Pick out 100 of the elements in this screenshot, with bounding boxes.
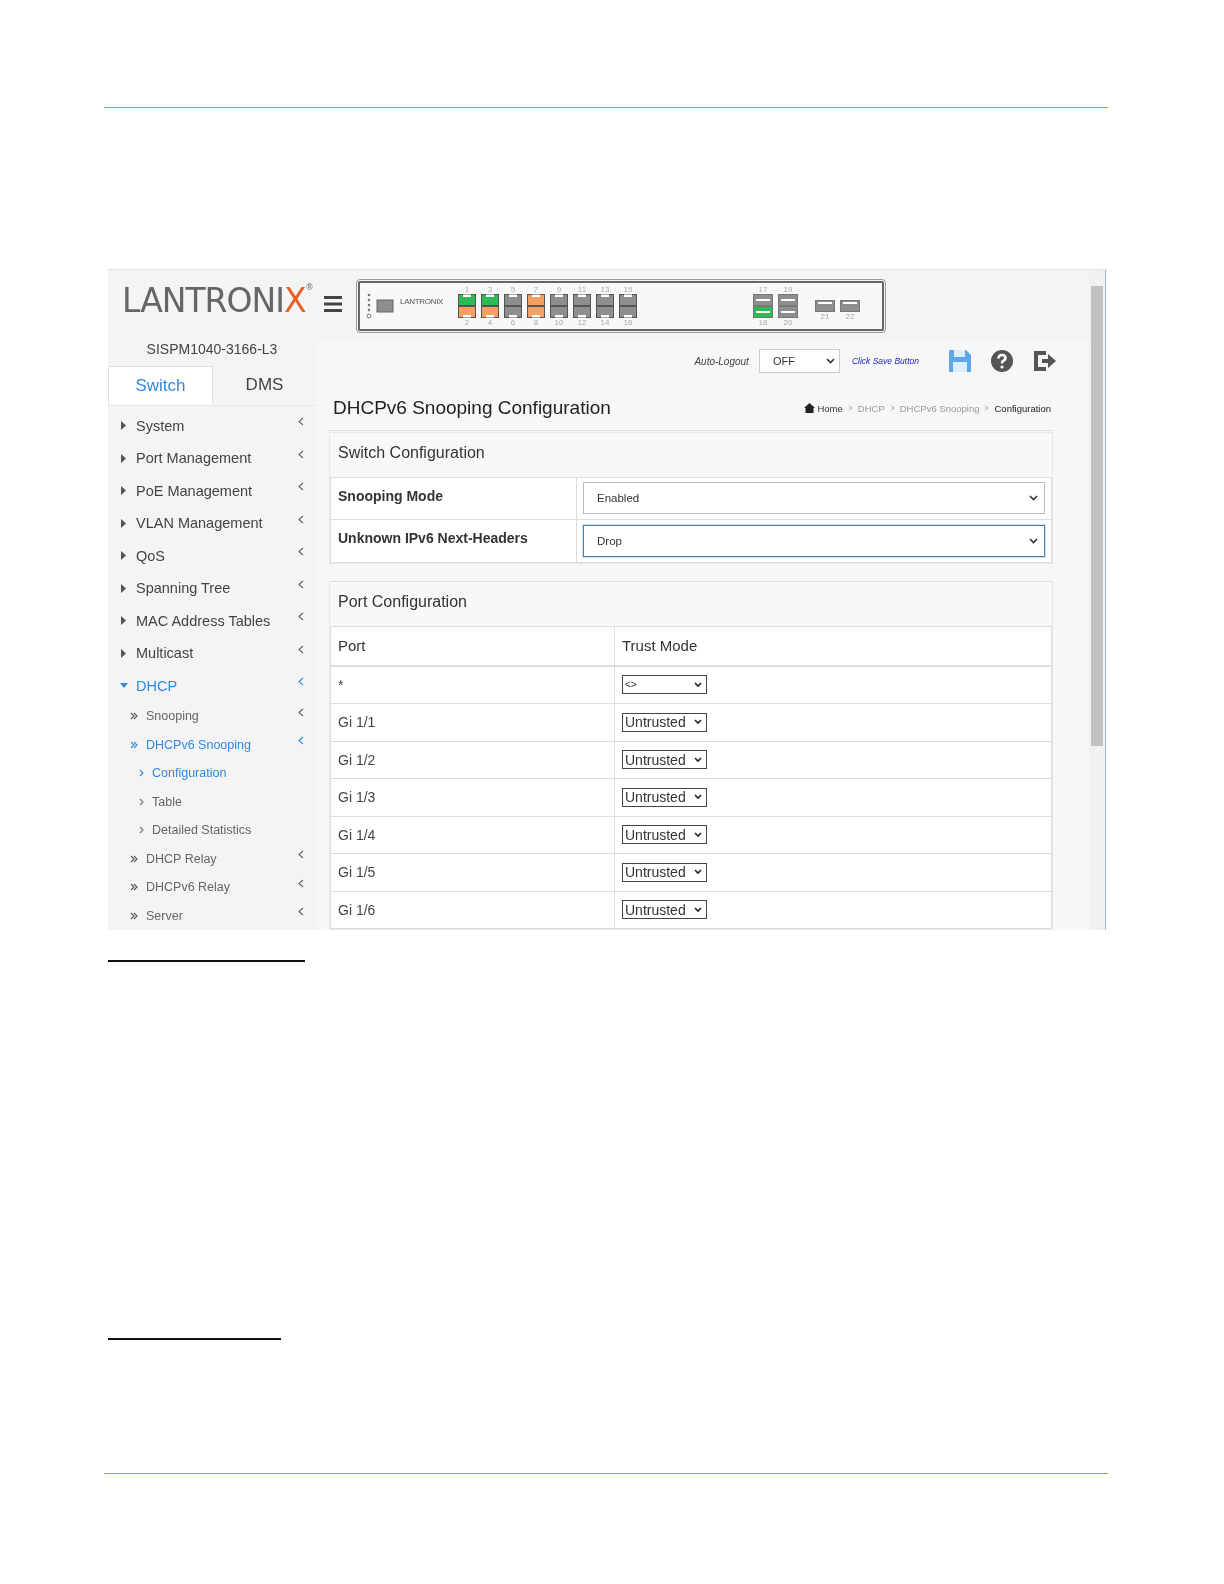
caret-down-icon bbox=[694, 681, 702, 688]
double-chevron-icon bbox=[130, 740, 138, 749]
port-number: 4 bbox=[487, 317, 493, 327]
column-header: Trust Mode bbox=[614, 625, 1052, 667]
sidebar-item[interactable]: VLAN Management bbox=[108, 507, 316, 540]
port-number: 12 bbox=[577, 317, 587, 327]
sidebar-item[interactable]: Detailed Statistics bbox=[108, 816, 316, 845]
port-number: 10 bbox=[554, 317, 564, 327]
select-field[interactable]: Drop bbox=[583, 524, 1045, 557]
caret-down-icon bbox=[694, 869, 702, 876]
sidebar-item[interactable]: DHCP Relay bbox=[108, 844, 316, 873]
panel-logo: LANTRONIX bbox=[400, 296, 444, 306]
port-number: 11 bbox=[577, 284, 587, 294]
table-cell: Gi 1/1 bbox=[330, 704, 614, 742]
port-number: 18 bbox=[758, 317, 768, 327]
caret-right-icon bbox=[120, 518, 128, 528]
help-icon[interactable] bbox=[991, 350, 1013, 373]
breadcrumb-link[interactable]: Home bbox=[817, 402, 843, 414]
sidebar-item[interactable]: Multicast bbox=[108, 637, 316, 670]
caret-right-icon bbox=[120, 486, 128, 496]
chevron-right-icon bbox=[889, 405, 895, 412]
caret-right-icon bbox=[120, 551, 128, 561]
port-number: 8 bbox=[533, 317, 539, 327]
sidebar-item[interactable]: PoE Management bbox=[108, 474, 316, 507]
model-name: SISPM1040-3166-L3 bbox=[145, 339, 279, 359]
auto-logout-dropdown[interactable]: OFF bbox=[758, 349, 840, 374]
trust-mode-select[interactable]: Untrusted bbox=[622, 787, 707, 807]
chevron-left-icon bbox=[298, 514, 304, 524]
double-chevron-icon bbox=[130, 883, 138, 892]
page-title: DHCPv6 Snooping Configuration bbox=[333, 397, 611, 420]
menu-icon bbox=[324, 295, 342, 312]
chevron-right-icon bbox=[139, 826, 144, 835]
chevron-left-icon bbox=[298, 644, 304, 654]
table-cell: Gi 1/6 bbox=[330, 891, 614, 929]
tab[interactable]: Switch bbox=[108, 365, 213, 405]
table-cell: Gi 1/2 bbox=[330, 741, 614, 779]
port-number: 19 bbox=[783, 284, 793, 294]
port-number: 21 bbox=[820, 311, 830, 321]
double-chevron-icon bbox=[130, 854, 138, 863]
port-number: 7 bbox=[533, 284, 539, 294]
port-number: 2 bbox=[464, 317, 470, 327]
sidebar-item[interactable]: MAC Address Tables bbox=[108, 604, 316, 637]
caret-down-icon bbox=[694, 794, 702, 801]
section-title: Switch Configuration bbox=[337, 442, 486, 463]
trust-mode-select[interactable]: Untrusted bbox=[622, 750, 707, 770]
trust-mode-select[interactable]: Untrusted bbox=[622, 825, 707, 845]
caret-down-icon bbox=[694, 719, 702, 726]
chevron-left-icon bbox=[298, 878, 304, 888]
port-number: 22 bbox=[845, 311, 855, 321]
section-title: Port Configuration bbox=[337, 591, 468, 612]
sidebar-item[interactable]: System bbox=[108, 409, 316, 442]
sidebar-item[interactable]: Spanning Tree bbox=[108, 572, 316, 605]
scrollbar[interactable] bbox=[1089, 270, 1105, 930]
caret-down-icon bbox=[825, 358, 835, 365]
table-cell: Unknown IPv6 Next-Headers bbox=[330, 519, 576, 563]
trust-mode-select[interactable]: <> bbox=[622, 675, 707, 695]
caret-down-icon bbox=[694, 756, 702, 763]
table-cell: Gi 1/4 bbox=[330, 816, 614, 854]
caret-right-icon bbox=[120, 453, 128, 463]
home-icon bbox=[804, 403, 816, 414]
tab[interactable]: DMS bbox=[213, 365, 316, 405]
sidebar-item[interactable]: QoS bbox=[108, 539, 316, 572]
chevron-right-icon bbox=[139, 769, 144, 778]
port-number: 1 bbox=[464, 284, 470, 294]
chevron-left-icon bbox=[298, 417, 304, 427]
sidebar-item[interactable]: Port Management bbox=[108, 442, 316, 475]
sidebar-item[interactable]: Table bbox=[108, 787, 316, 816]
trust-mode-select[interactable]: Untrusted bbox=[622, 900, 707, 920]
chevron-left-icon bbox=[298, 547, 304, 557]
port-number: 20 bbox=[783, 317, 793, 327]
table-cell: * bbox=[330, 666, 614, 704]
chevron-left-icon bbox=[298, 736, 304, 746]
port-number: 6 bbox=[510, 317, 516, 327]
port-number: 3 bbox=[487, 284, 493, 294]
console-port-icon bbox=[376, 298, 394, 313]
port-number: 16 bbox=[623, 317, 633, 327]
logout-icon[interactable] bbox=[1033, 350, 1057, 373]
chevron-right-icon bbox=[847, 405, 853, 412]
sidebar-item[interactable]: DHCPv6 Relay bbox=[108, 873, 316, 902]
trust-mode-select[interactable]: Untrusted bbox=[622, 712, 707, 732]
column-header: Port bbox=[330, 625, 614, 667]
select-field[interactable]: Enabled bbox=[583, 482, 1045, 514]
chevron-left-icon bbox=[298, 907, 304, 917]
chevron-right-icon bbox=[139, 797, 144, 806]
caret-down-icon bbox=[694, 831, 702, 838]
table-cell: Gi 1/5 bbox=[330, 854, 614, 892]
sidebar-item[interactable]: Snooping bbox=[108, 702, 316, 731]
led-dots-icon bbox=[366, 292, 372, 319]
chevron-left-icon bbox=[298, 677, 304, 687]
caret-right-icon bbox=[120, 421, 128, 431]
double-chevron-icon bbox=[130, 712, 138, 721]
save-hint-link[interactable]: Click Save Button bbox=[851, 356, 919, 367]
chevron-left-icon bbox=[298, 579, 304, 589]
port-number: 13 bbox=[600, 284, 610, 294]
caret-down-icon bbox=[1029, 495, 1038, 501]
trust-mode-select[interactable]: Untrusted bbox=[622, 862, 707, 882]
sidebar-item[interactable]: Server bbox=[108, 901, 316, 930]
caret-right-icon bbox=[120, 616, 128, 626]
caret-down-icon bbox=[694, 906, 702, 913]
chevron-right-icon bbox=[984, 405, 990, 412]
